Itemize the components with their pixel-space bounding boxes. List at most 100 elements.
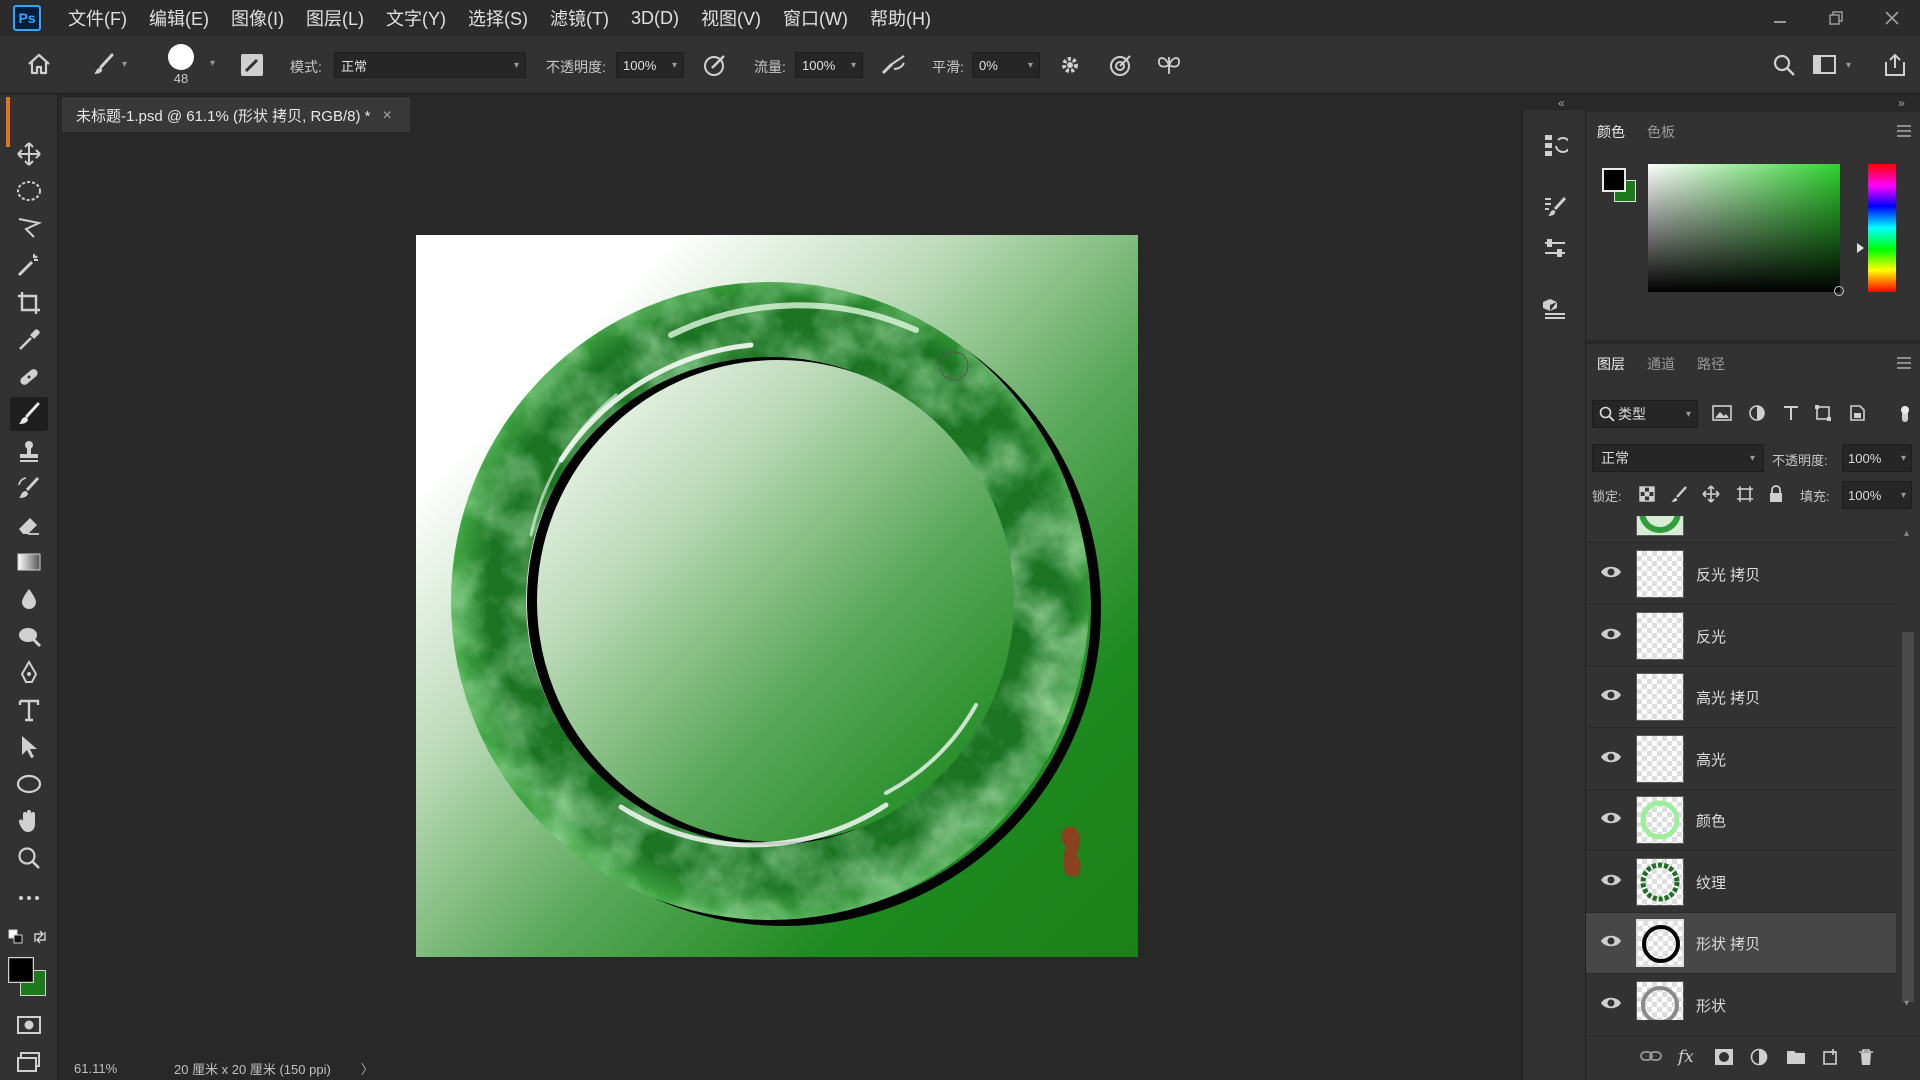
- polygonal-lasso-tool[interactable]: [10, 211, 48, 245]
- fill-field[interactable]: 100% ▾: [1842, 481, 1912, 509]
- workspace-switcher[interactable]: ▾: [1812, 53, 1851, 77]
- foreground-color-swatch[interactable]: [8, 957, 34, 983]
- visibility-eye-icon[interactable]: [1600, 995, 1624, 1015]
- layer-row[interactable]: 高光 拷贝: [1586, 667, 1896, 728]
- visibility-eye-icon[interactable]: [1600, 872, 1624, 892]
- scroll-up-icon[interactable]: ▴: [1904, 528, 1909, 539]
- swap-colors-button[interactable]: [32, 929, 48, 949]
- brush-preset-picker[interactable]: ▾: [92, 52, 127, 76]
- gradient-tool[interactable]: [10, 545, 48, 579]
- zoom-tool[interactable]: [10, 841, 48, 875]
- quick-mask-button[interactable]: [10, 1008, 48, 1042]
- status-menu-arrow[interactable]: 〉: [361, 1059, 374, 1078]
- delete-layer-button[interactable]: [1858, 1048, 1874, 1066]
- layer-opacity-field[interactable]: 100% ▾: [1842, 444, 1912, 472]
- scrollbar-thumb[interactable]: [1902, 632, 1914, 1002]
- filter-smart-objects-button[interactable]: [1848, 404, 1866, 422]
- minimize-button[interactable]: [1752, 0, 1808, 36]
- canvas-artboard[interactable]: [416, 235, 1138, 957]
- brush-settings-toggle[interactable]: [240, 53, 264, 77]
- move-tool[interactable]: [10, 137, 48, 171]
- close-tab-icon[interactable]: ×: [382, 107, 391, 125]
- 3d-panel-button[interactable]: [1539, 295, 1571, 325]
- layer-row[interactable]: 纹理: [1586, 852, 1896, 913]
- lock-position-button[interactable]: [1702, 485, 1720, 503]
- brush-size-picker[interactable]: 48: [168, 44, 194, 86]
- tab-channels[interactable]: 通道: [1636, 344, 1686, 384]
- visibility-eye-icon[interactable]: [1600, 933, 1624, 953]
- smoothing-field[interactable]: 0% ▾: [972, 52, 1040, 78]
- layers-scrollbar[interactable]: ▴ ▾: [1898, 522, 1918, 1012]
- menu-image[interactable]: 图像(I): [231, 5, 284, 31]
- tab-color[interactable]: 颜色: [1586, 112, 1636, 152]
- brush-tool[interactable]: [10, 397, 48, 431]
- hand-tool[interactable]: [10, 804, 48, 838]
- opacity-field[interactable]: 100% ▾: [616, 52, 684, 78]
- blend-mode-select[interactable]: 正常 ▾: [1592, 444, 1764, 472]
- magic-wand-tool[interactable]: [10, 248, 48, 282]
- menu-window[interactable]: 窗口(W): [783, 5, 848, 31]
- brush-settings-panel-button[interactable]: [1539, 192, 1571, 222]
- adjustments-panel-button[interactable]: [1539, 234, 1571, 264]
- symmetry-button[interactable]: [1156, 53, 1182, 77]
- add-mask-button[interactable]: [1714, 1048, 1734, 1066]
- visibility-eye-icon[interactable]: [1600, 564, 1624, 584]
- new-adjustment-layer-button[interactable]: [1750, 1048, 1768, 1066]
- link-layers-button[interactable]: [1640, 1047, 1662, 1065]
- visibility-eye-icon[interactable]: [1600, 626, 1624, 646]
- menu-file[interactable]: 文件(F): [68, 5, 127, 31]
- elliptical-marquee-tool[interactable]: [10, 174, 48, 208]
- filter-adjustment-layers-button[interactable]: [1748, 404, 1766, 422]
- filter-shape-layers-button[interactable]: [1814, 404, 1832, 422]
- document-tab[interactable]: 未标题-1.psd @ 61.1% (形状 拷贝, RGB/8) * ×: [62, 98, 410, 132]
- filter-type-layers-button[interactable]: [1782, 404, 1800, 422]
- dodge-tool[interactable]: [10, 619, 48, 653]
- type-tool[interactable]: [10, 693, 48, 727]
- menu-edit[interactable]: 编辑(E): [149, 5, 209, 31]
- scroll-down-icon[interactable]: ▾: [1904, 998, 1909, 1009]
- home-button[interactable]: [26, 52, 52, 76]
- new-group-button[interactable]: [1786, 1048, 1806, 1066]
- layer-list[interactable]: 3 反光 拷贝反光高光 拷贝高光颜色纹理形状 拷贝形状: [1586, 516, 1920, 1020]
- collapse-strip-toggle[interactable]: «: [1558, 96, 1565, 110]
- layer-row[interactable]: 形状: [1586, 975, 1896, 1020]
- mode-select[interactable]: 正常 ▾: [334, 52, 526, 78]
- restore-button[interactable]: [1808, 0, 1864, 36]
- eraser-tool[interactable]: [10, 508, 48, 542]
- pen-tool[interactable]: [10, 656, 48, 690]
- layer-row[interactable]: 反光: [1586, 606, 1896, 667]
- visibility-eye-icon[interactable]: [1600, 687, 1624, 707]
- menu-type[interactable]: 文字(Y): [386, 5, 446, 31]
- layer-style-button[interactable]: fx: [1678, 1047, 1694, 1067]
- filter-toggle-switch[interactable]: [1898, 404, 1912, 422]
- crop-tool[interactable]: [10, 286, 48, 320]
- close-window-button[interactable]: [1864, 0, 1920, 36]
- filter-pixel-layers-button[interactable]: [1712, 404, 1732, 422]
- flow-field[interactable]: 100% ▾: [795, 52, 863, 78]
- collapse-panels-toggle[interactable]: »: [1898, 96, 1905, 110]
- path-selection-tool[interactable]: [10, 730, 48, 764]
- lock-transparent-pixels-button[interactable]: [1638, 485, 1656, 503]
- hue-slider-handle[interactable]: [1857, 243, 1864, 253]
- layer-row-partial[interactable]: 3: [1586, 516, 1896, 543]
- menu-3d[interactable]: 3D(D): [631, 8, 679, 29]
- layer-row[interactable]: 反光 拷贝: [1586, 544, 1896, 605]
- menu-filter[interactable]: 滤镜(T): [550, 5, 609, 31]
- search-button[interactable]: [1772, 53, 1796, 77]
- tab-paths[interactable]: 路径: [1686, 344, 1736, 384]
- lock-image-pixels-button[interactable]: [1670, 485, 1688, 503]
- color-picker-cursor[interactable]: [1834, 286, 1844, 296]
- new-layer-button[interactable]: [1822, 1048, 1840, 1066]
- layer-filter-select[interactable]: 类型 ▾: [1592, 400, 1698, 428]
- pressure-opacity-toggle[interactable]: [702, 53, 728, 77]
- ellipse-tool[interactable]: [10, 767, 48, 801]
- menu-layer[interactable]: 图层(L): [306, 5, 364, 31]
- color-panel-menu-button[interactable]: [1896, 124, 1912, 143]
- layers-panel-menu-button[interactable]: [1896, 356, 1912, 375]
- lock-artboard-button[interactable]: [1736, 485, 1754, 503]
- layer-row[interactable]: 高光: [1586, 729, 1896, 790]
- lock-all-button[interactable]: [1768, 485, 1784, 503]
- clone-stamp-tool[interactable]: [10, 434, 48, 468]
- visibility-eye-icon[interactable]: [1600, 749, 1624, 769]
- blur-tool[interactable]: [10, 582, 48, 616]
